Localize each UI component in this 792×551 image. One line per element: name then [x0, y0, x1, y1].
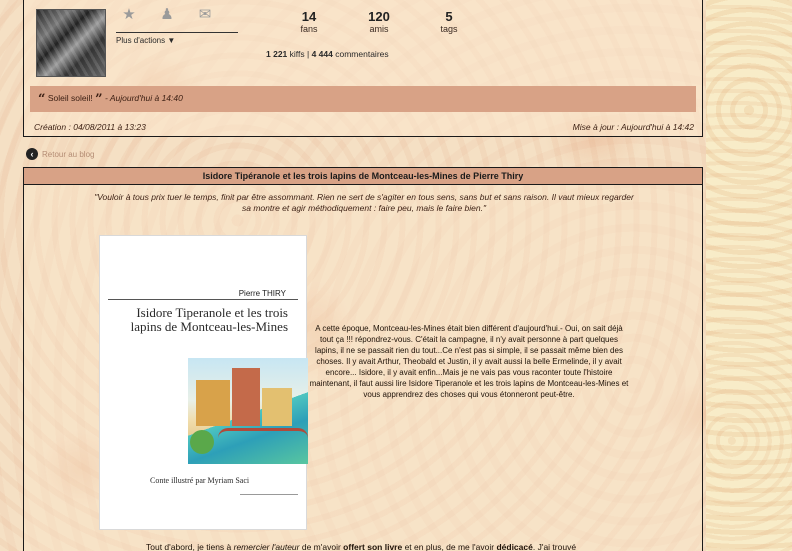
- body-bold: dédicacé: [496, 542, 533, 551]
- stat-value: 120: [368, 9, 390, 24]
- article: Isidore Tipéranole et les trois lapins d…: [23, 167, 703, 551]
- article-body-start: Tout d'abord, je tiens à remercier l'aut…: [146, 542, 706, 551]
- envelope-icon[interactable]: ✉: [196, 7, 214, 23]
- updated-date: Mise à jour : Aujourd'hui à 14:42: [572, 122, 694, 132]
- close-quote-icon: ”: [95, 92, 103, 107]
- background-pattern: [706, 0, 792, 551]
- cover-author: Pierre THIRY: [238, 289, 286, 298]
- stat-label: tags: [440, 24, 458, 34]
- more-actions-dropdown[interactable]: Plus d'actions ▼: [116, 32, 238, 45]
- cover-divider: [240, 494, 298, 495]
- status-message: “ Soleil soleil! ” - Aujourd'hui à 14:40: [30, 86, 696, 112]
- body-bold: offert son livre: [343, 542, 403, 551]
- status-text: Soleil soleil!: [47, 93, 93, 103]
- book-cover-image[interactable]: Pierre THIRY Isidore Tiperanole et les t…: [99, 235, 308, 530]
- activity-counts: 1 221 kiffs | 4 444 commentaires: [266, 49, 389, 59]
- thank-author-link[interactable]: remercier l'auteur: [234, 542, 300, 551]
- profile-header: ★ ♟ ✉ Plus d'actions ▼ 14 fans 120 amis …: [23, 0, 703, 137]
- created-date: Création : 04/08/2011 à 13:23: [34, 122, 146, 132]
- stat-fans[interactable]: 14 fans: [274, 9, 344, 34]
- cover-subtitle: Conte illustré par Myriam Saci: [150, 476, 250, 485]
- profile-meta: Création : 04/08/2011 à 13:23 Mise à jou…: [34, 122, 694, 132]
- illustration-tree: [190, 430, 214, 454]
- kiffs-count: 1 221: [266, 49, 288, 59]
- user-plus-icon[interactable]: ♟: [158, 7, 176, 23]
- body-text: de m'avoir: [299, 542, 344, 551]
- article-quote: "Vouloir à tous prix tuer le temps, fini…: [94, 192, 634, 213]
- comments-count: 4 444: [311, 49, 333, 59]
- avatar[interactable]: [36, 9, 106, 77]
- stat-label: amis: [369, 24, 389, 34]
- back-to-blog-link[interactable]: ‹ Retour au blog: [26, 148, 94, 160]
- stat-value: 14: [301, 9, 317, 24]
- stat-tags[interactable]: 5 tags: [414, 9, 484, 34]
- illustration-bridge: [218, 428, 308, 438]
- illustration-building: [196, 380, 230, 426]
- kiffs-label: kiffs: [289, 49, 305, 59]
- body-text: et en plus, de me l'avoir: [402, 542, 497, 551]
- stat-friends[interactable]: 120 amis: [344, 9, 414, 34]
- body-text: . J'ai trouvé: [532, 542, 577, 551]
- book-synopsis: A cette époque, Montceau-les-Mines était…: [309, 324, 629, 399]
- body-text: Tout d'abord, je tiens à: [146, 542, 234, 551]
- article-title: Isidore Tipéranole et les trois lapins d…: [24, 168, 702, 185]
- cover-title: Isidore Tiperanole et les trois lapins d…: [130, 305, 288, 334]
- cover-illustration: [188, 358, 308, 464]
- profile-actions: ★ ♟ ✉: [120, 7, 214, 23]
- counts-separator: |: [307, 49, 310, 59]
- comments-label: commentaires: [335, 49, 389, 59]
- cover-divider: [108, 299, 298, 300]
- back-link-label[interactable]: Retour au blog: [42, 150, 94, 159]
- open-quote-icon: “: [38, 92, 46, 107]
- status-timestamp: - Aujourd'hui à 14:40: [104, 93, 183, 103]
- illustration-building: [232, 368, 260, 426]
- illustration-building: [262, 388, 292, 426]
- stat-value: 5: [445, 9, 453, 24]
- stat-label: fans: [300, 24, 318, 34]
- profile-stats: 14 fans 120 amis 5 tags: [274, 9, 484, 34]
- back-arrow-icon[interactable]: ‹: [26, 148, 38, 160]
- star-plus-icon[interactable]: ★: [120, 7, 138, 23]
